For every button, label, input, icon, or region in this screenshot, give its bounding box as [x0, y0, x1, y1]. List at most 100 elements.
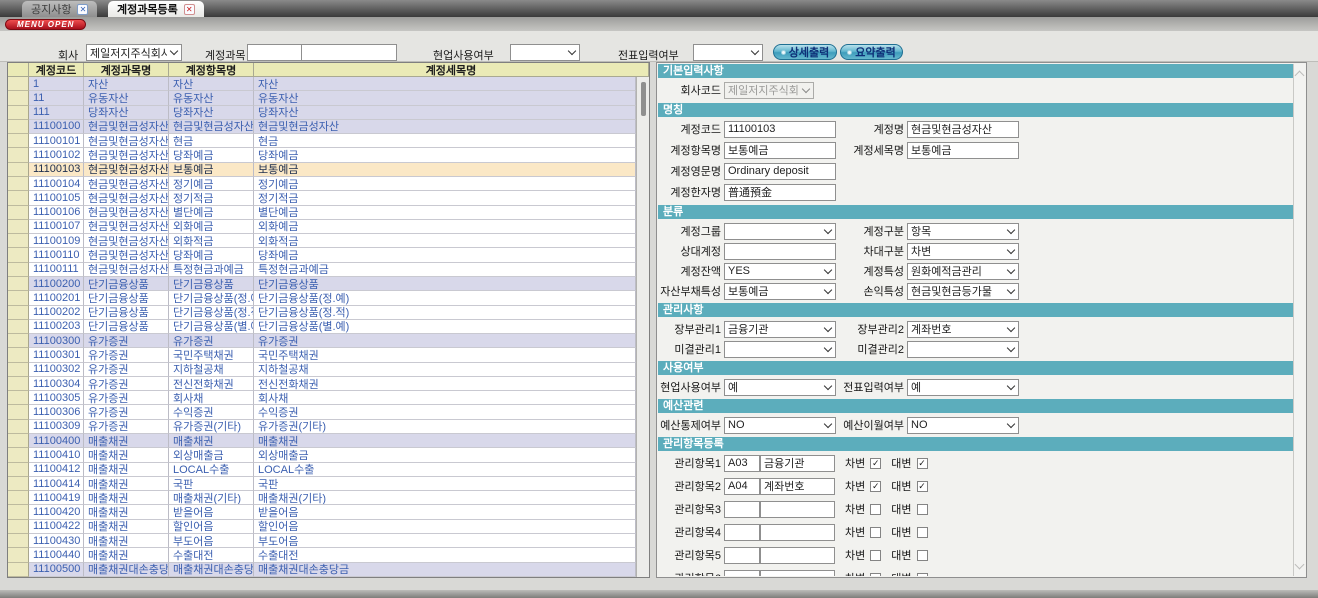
row-selector-cell[interactable]: [8, 191, 29, 205]
grid-header-code[interactable]: 계정코드: [29, 63, 84, 77]
account-code-cell[interactable]: 11100104: [29, 177, 84, 191]
table-row[interactable]: 11100440매출채권수출대전수출대전: [8, 548, 636, 562]
pl-trait-select[interactable]: 현금및현금등가물: [907, 283, 1019, 300]
account-code-cell[interactable]: 11100414: [29, 477, 84, 491]
account-code-cell[interactable]: 11100203: [29, 320, 84, 334]
debit-checkbox[interactable]: ✓: [870, 458, 881, 469]
account-code-cell[interactable]: 11100309: [29, 420, 84, 434]
table-row[interactable]: 11100201단기금융상품단기금융상품(정.예)단기금융상품(정.예): [8, 291, 636, 305]
row-selector-cell[interactable]: [8, 306, 29, 320]
account-code-cell[interactable]: 11100100: [29, 120, 84, 134]
account-group-cell[interactable]: 유가증권: [84, 377, 169, 391]
account-item-cell[interactable]: 특정현금과예금: [169, 263, 254, 277]
table-row[interactable]: 11100300유가증권유가증권유가증권: [8, 334, 636, 348]
account-item-cell[interactable]: 외화적금: [169, 234, 254, 248]
account-code-cell[interactable]: 11100111: [29, 263, 84, 277]
account-group-cell[interactable]: 단기금융상품: [84, 306, 169, 320]
account-detail-cell[interactable]: 당좌예금: [254, 148, 636, 162]
account-code-cell[interactable]: 11100305: [29, 391, 84, 405]
credit-checkbox[interactable]: [917, 573, 928, 577]
account-group-cell[interactable]: 매출채권: [84, 463, 169, 477]
account-code-cell[interactable]: 11: [29, 91, 84, 105]
account-item-cell[interactable]: 당좌예금: [169, 148, 254, 162]
row-selector-cell[interactable]: [8, 77, 29, 91]
slip-entry-detail-select[interactable]: 예: [907, 379, 1019, 396]
account-detail-cell[interactable]: 정기적금: [254, 191, 636, 205]
account-item-cell[interactable]: 국판: [169, 477, 254, 491]
contra-account-input[interactable]: [724, 243, 836, 260]
row-selector-cell[interactable]: [8, 220, 29, 234]
account-item-cell[interactable]: 회사채: [169, 391, 254, 405]
account-item-cell[interactable]: 당좌자산: [169, 106, 254, 120]
credit-checkbox[interactable]: [917, 550, 928, 561]
table-row[interactable]: 11100203단기금융상품단기금융상품(별.예)단기금융상품(별.예): [8, 320, 636, 334]
table-row[interactable]: 11100301유가증권국민주택채권국민주택채권: [8, 348, 636, 362]
account-group-cell[interactable]: 매출채권: [84, 548, 169, 562]
row-selector-cell[interactable]: [8, 348, 29, 362]
account-code-cell[interactable]: 11100200: [29, 277, 84, 291]
account-group-cell[interactable]: 단기금융상품: [84, 320, 169, 334]
detail-print-button[interactable]: 상세출력: [773, 44, 837, 60]
budget-carryover-select[interactable]: NO: [907, 417, 1019, 434]
debit-credit-select[interactable]: 차변: [907, 243, 1019, 260]
account-detail-cell[interactable]: 특정현금과예금: [254, 263, 636, 277]
account-detail-cell[interactable]: 현금및현금성자산: [254, 120, 636, 134]
account-detail-cell[interactable]: 단기금융상품(정.적): [254, 306, 636, 320]
row-selector-cell[interactable]: [8, 148, 29, 162]
account-group-cell[interactable]: 현금및현금성자산: [84, 177, 169, 191]
company-code-select[interactable]: 제일저지주식회사: [724, 82, 814, 99]
account-code-cell[interactable]: 111: [29, 106, 84, 120]
table-row[interactable]: 11100104현금및현금성자산정기예금정기예금: [8, 177, 636, 191]
account-item-cell[interactable]: 유가증권(기타): [169, 420, 254, 434]
account-code-cell[interactable]: 11100304: [29, 377, 84, 391]
book-mgmt1-select[interactable]: 금융기관: [724, 321, 836, 338]
table-row[interactable]: 11100410매출채권외상매출금외상매출금: [8, 448, 636, 462]
budget-control-select[interactable]: NO: [724, 417, 836, 434]
account-detail-cell[interactable]: LOCAL수출: [254, 463, 636, 477]
account-item-cell[interactable]: 외화예금: [169, 220, 254, 234]
scroll-up-icon[interactable]: [1295, 71, 1305, 81]
account-detail-cell[interactable]: 외화적금: [254, 234, 636, 248]
account-item-cell[interactable]: 현금: [169, 134, 254, 148]
account-item-cell[interactable]: 전신전화채권: [169, 377, 254, 391]
account-detail-cell[interactable]: 받을어음: [254, 505, 636, 519]
account-detail-cell[interactable]: 별단예금: [254, 206, 636, 220]
tab-close-icon[interactable]: ✕: [77, 4, 88, 15]
row-selector-cell[interactable]: [8, 163, 29, 177]
credit-checkbox[interactable]: ✓: [917, 458, 928, 469]
account-code-cell[interactable]: 11100301: [29, 348, 84, 362]
table-row[interactable]: 11100200단기금융상품단기금융상품단기금융상품: [8, 277, 636, 291]
account-gubun-select[interactable]: 항목: [907, 223, 1019, 240]
row-selector-cell[interactable]: [8, 234, 29, 248]
row-selector-cell[interactable]: [8, 534, 29, 548]
account-group-cell[interactable]: 유가증권: [84, 405, 169, 419]
account-item-cell[interactable]: 별단예금: [169, 206, 254, 220]
row-selector-cell[interactable]: [8, 391, 29, 405]
row-selector-cell[interactable]: [8, 206, 29, 220]
account-detail-cell[interactable]: 전신전화채권: [254, 377, 636, 391]
book-mgmt2-select[interactable]: 계좌번호: [907, 321, 1019, 338]
account-detail-cell[interactable]: 단기금융상품(정.예): [254, 291, 636, 305]
scroll-down-icon[interactable]: [1295, 560, 1305, 570]
mgmt-item-code-input[interactable]: [724, 524, 760, 541]
account-name-input[interactable]: 현금및현금성자산: [907, 121, 1019, 138]
account-detail-cell[interactable]: 당좌예금: [254, 248, 636, 262]
account-group-cell[interactable]: 현금및현금성자산: [84, 220, 169, 234]
debit-checkbox[interactable]: [870, 527, 881, 538]
row-selector-cell[interactable]: [8, 520, 29, 534]
account-item-cell[interactable]: 당좌예금: [169, 248, 254, 262]
account-item-cell[interactable]: 단기금융상품(별.예): [169, 320, 254, 334]
account-group-cell[interactable]: 유가증권: [84, 334, 169, 348]
mgmt-item-code-input[interactable]: [724, 570, 760, 577]
table-row[interactable]: 11100302유가증권지하철공채지하철공채: [8, 363, 636, 377]
pending-mgmt1-select[interactable]: [724, 341, 836, 358]
table-row[interactable]: 11100106현금및현금성자산별단예금별단예금: [8, 206, 636, 220]
mgmt-item-code-input[interactable]: A04: [724, 478, 760, 495]
menu-open-button[interactable]: MENU OPEN: [5, 19, 86, 30]
account-group-cell[interactable]: 매출채권: [84, 491, 169, 505]
credit-checkbox[interactable]: [917, 527, 928, 538]
account-item-cell[interactable]: 국민주택채권: [169, 348, 254, 362]
row-selector-cell[interactable]: [8, 434, 29, 448]
account-group-select[interactable]: [724, 223, 836, 240]
summary-print-button[interactable]: 요약출력: [840, 44, 903, 60]
